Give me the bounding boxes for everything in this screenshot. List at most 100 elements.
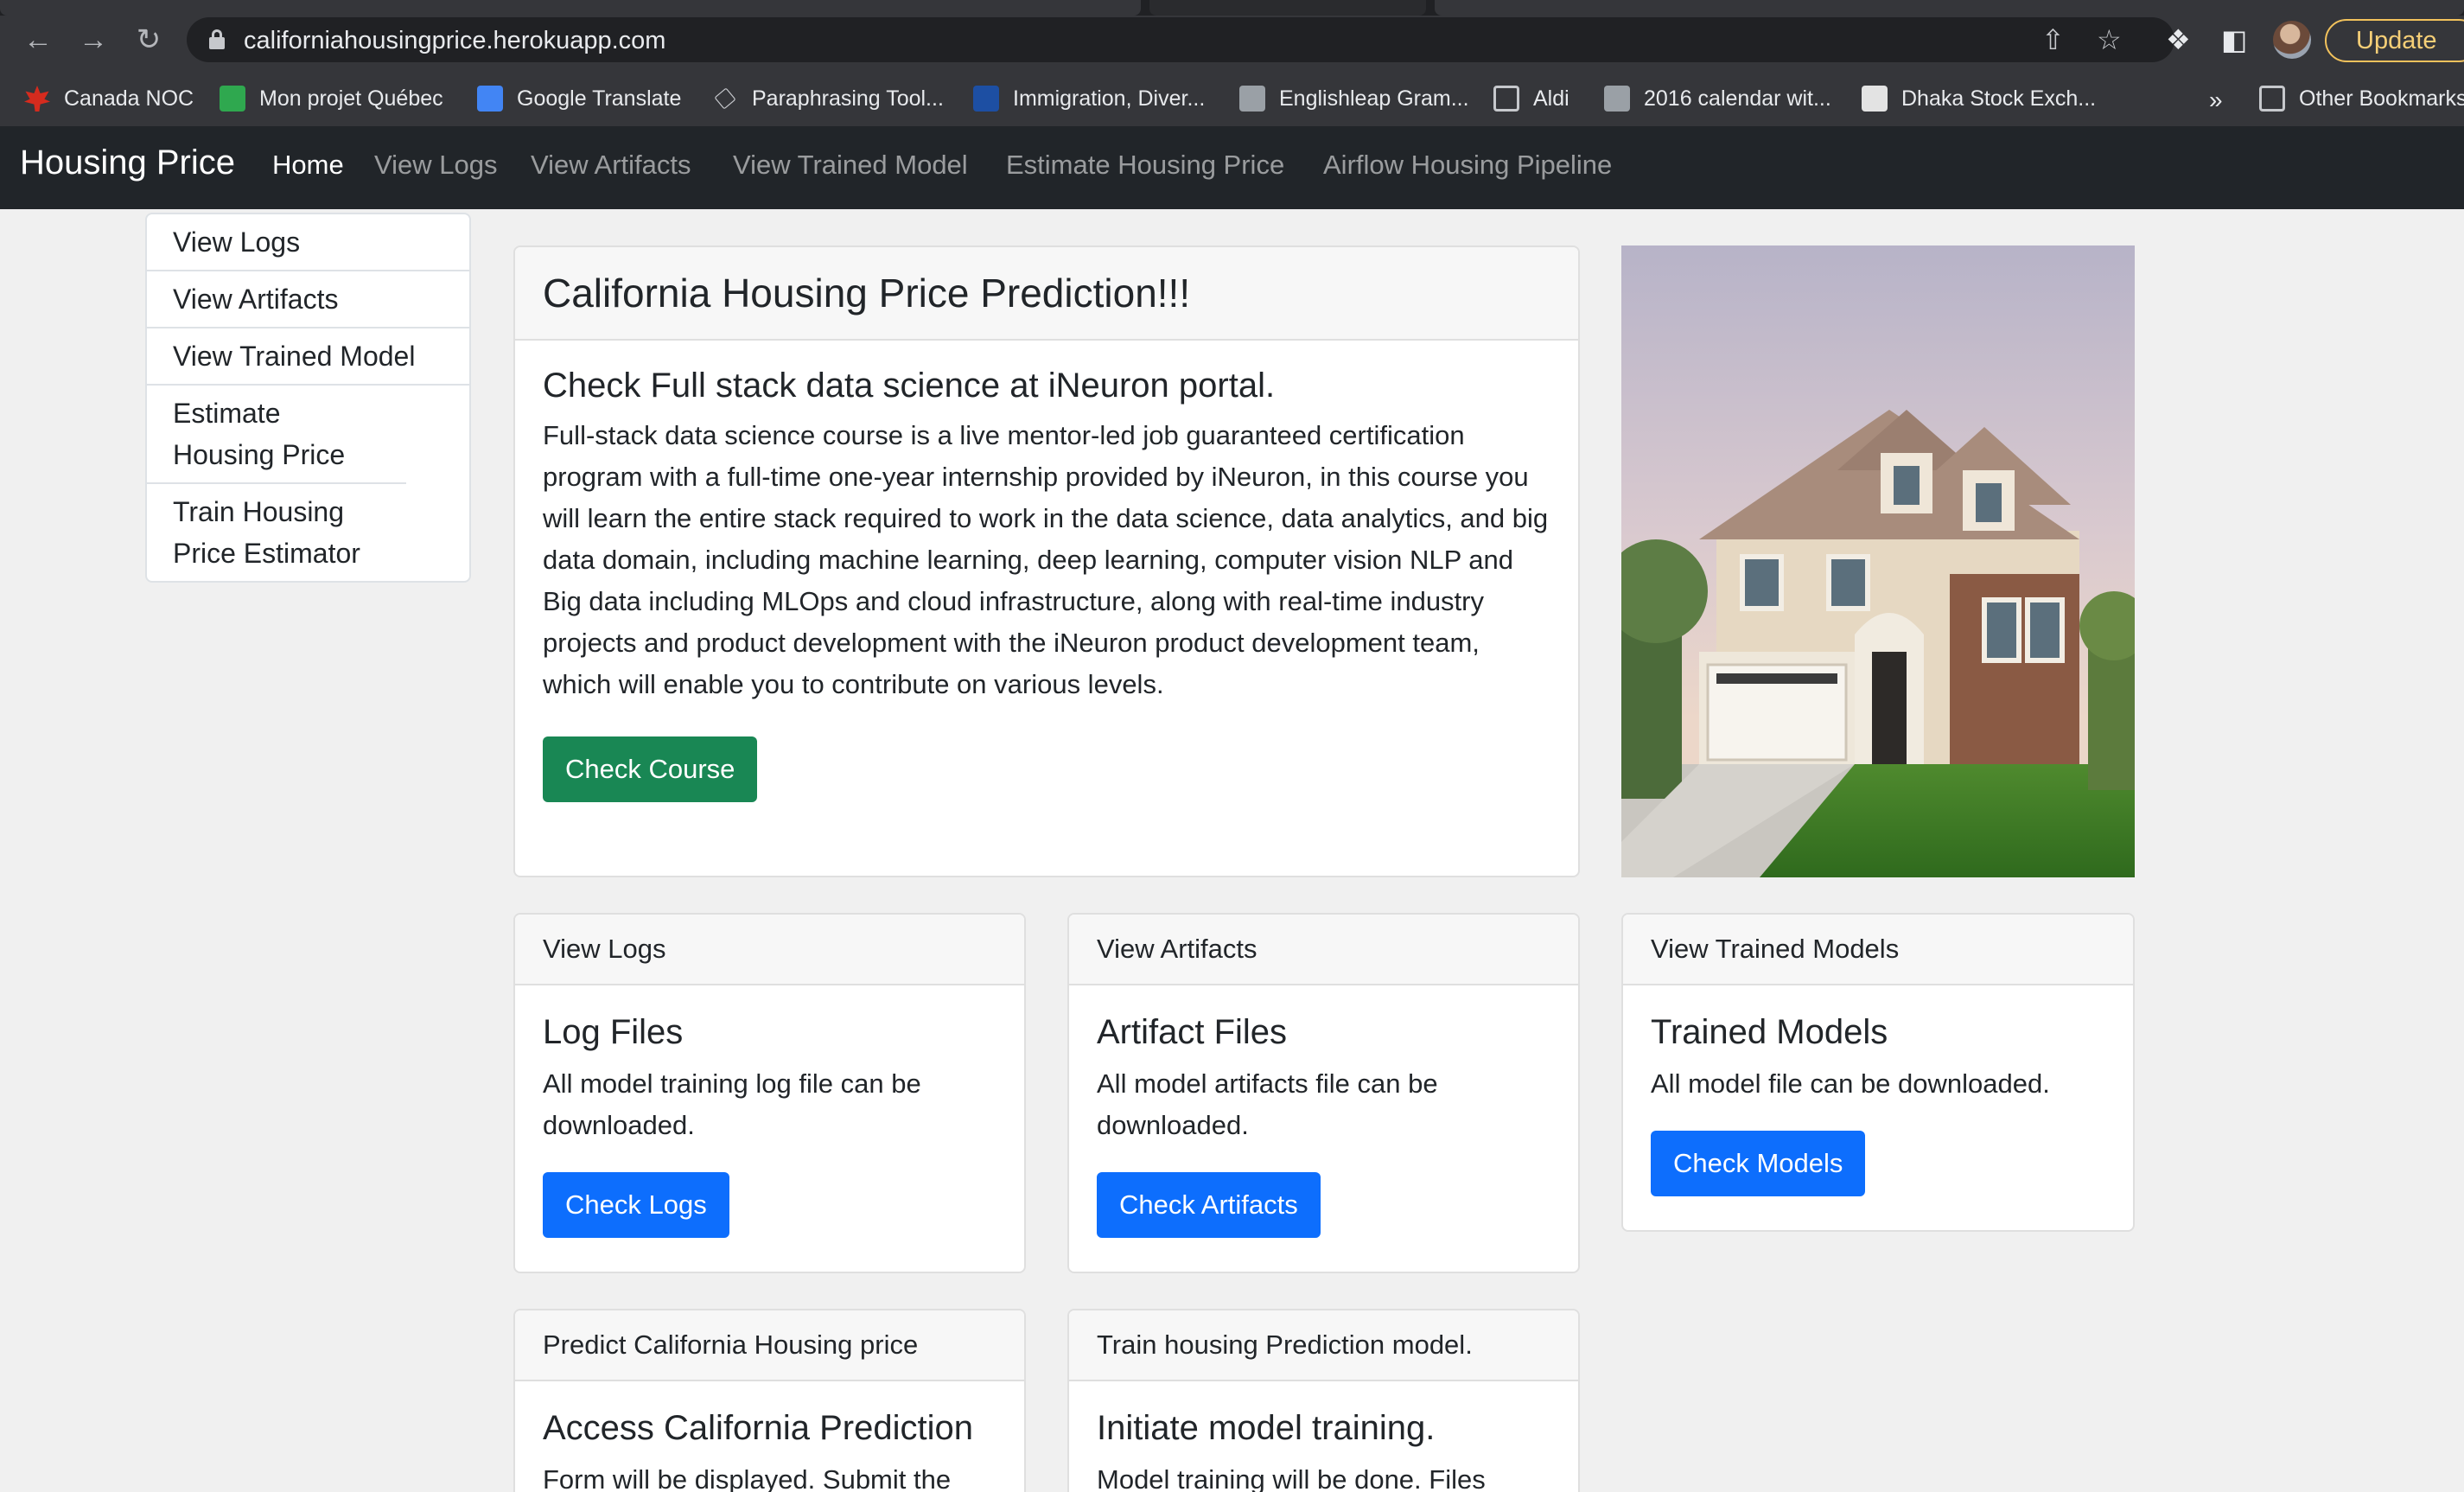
trained-models-title: Trained Models [1651, 1013, 1888, 1051]
predict-card-header: Predict California Housing price [515, 1310, 1024, 1381]
view-artifacts-card-header: View Artifacts [1069, 915, 1578, 985]
bookmark-label: 2016 calendar wit... [1644, 86, 1831, 111]
sidebar-item-train-housing-price-estimator[interactable]: Train Housing Price Estimator [147, 484, 423, 581]
folder-icon [1493, 86, 1519, 112]
forward-arrow-icon[interactable]: → [74, 22, 112, 57]
view-logs-card-body: Log Files All model training log file ca… [515, 985, 1024, 1238]
browser-chrome: ← → ↻ californiahousingprice.herokuapp.c… [0, 0, 2464, 126]
profile-avatar[interactable] [2273, 21, 2311, 59]
predict-card: Predict California Housing price Access … [513, 1309, 1026, 1492]
access-prediction-title: Access California Prediction [543, 1409, 973, 1447]
bookmark-item[interactable]: Dhaka Stock Exch... [1862, 83, 2096, 114]
share-icon[interactable]: ⇧ [2041, 24, 2065, 55]
initiate-training-title: Initiate model training. [1097, 1409, 1436, 1447]
bookmark-star-icon[interactable]: ☆ [2097, 24, 2122, 55]
address-bar[interactable]: californiahousingprice.herokuapp.com ⇧ ☆ [187, 17, 2174, 62]
predict-card-body: Access California Prediction Form will b… [515, 1381, 1024, 1492]
hero-card-header: California Housing Price Prediction!!! [515, 247, 1578, 341]
update-label: Update [2356, 27, 2437, 54]
lock-icon [209, 29, 225, 49]
nav-link-estimate-housing-price[interactable]: Estimate Housing Price [1006, 150, 1284, 181]
bookmark-label: Paraphrasing Tool... [752, 86, 944, 111]
nav-link-view-logs[interactable]: View Logs [374, 150, 497, 181]
folder-icon [2259, 86, 2285, 112]
tab-strip [0, 0, 2464, 16]
hero-card-title: Check Full stack data science at iNeuron… [543, 367, 1276, 405]
browser-tab[interactable] [1149, 0, 1426, 16]
log-files-text: All model training log file can be downl… [543, 1068, 921, 1140]
view-logs-card-header: View Logs [515, 915, 1024, 985]
house-photo [1621, 245, 2135, 877]
bookmark-label: Google Translate [517, 86, 682, 111]
globe-icon [1604, 86, 1630, 112]
sidebar-item-view-trained-model[interactable]: View Trained Model [147, 328, 469, 386]
browser-tab[interactable] [0, 0, 1141, 16]
bookmark-item[interactable]: Paraphrasing Tool... [712, 83, 944, 114]
url-text: californiahousingprice.herokuapp.com [244, 27, 666, 54]
sidebar-item-view-artifacts[interactable]: View Artifacts [147, 271, 469, 328]
browser-toolbar: ← → ↻ californiahousingprice.herokuapp.c… [0, 16, 2464, 64]
bookmark-item[interactable]: 2016 calendar wit... [1604, 83, 1831, 114]
train-card-body: Initiate model training. Model training … [1069, 1381, 1578, 1492]
hero-card: California Housing Price Prediction!!! C… [513, 245, 1580, 877]
nav-link-airflow-housing-pipeline[interactable]: Airflow Housing Pipeline [1323, 150, 1612, 181]
bookmark-label: Canada NOC [64, 86, 194, 111]
access-prediction-text: Form will be displayed. Submit the [543, 1464, 952, 1492]
check-models-button[interactable]: Check Models [1651, 1131, 1866, 1196]
bookmark-item[interactable]: Aldi [1493, 83, 1569, 114]
bookmark-item[interactable]: Google Translate [477, 83, 681, 114]
side-panel-icon[interactable]: ◧ [2221, 24, 2247, 55]
artifact-files-text: All model artifacts file can be download… [1097, 1068, 1438, 1140]
train-card-header: Train housing Prediction model. [1069, 1310, 1578, 1381]
globe-icon [1239, 86, 1265, 112]
view-artifacts-card-body: Artifact Files All model artifacts file … [1069, 985, 1578, 1238]
update-button[interactable]: Update [2325, 19, 2464, 62]
check-logs-button[interactable]: Check Logs [543, 1172, 729, 1238]
bookmark-label: Mon projet Québec [259, 86, 443, 111]
view-logs-card: View Logs Log Files All model training l… [513, 913, 1026, 1273]
view-trained-models-card: View Trained Models Trained Models All m… [1621, 913, 2135, 1232]
initiate-training-text: Model training will be done. Files [1097, 1464, 1486, 1492]
top-navbar: Housing Price Home View Logs View Artifa… [0, 126, 2464, 209]
bookmark-label: Immigration, Diver... [1013, 86, 1206, 111]
nav-link-home[interactable]: Home [272, 150, 344, 181]
sidebar-item-view-logs[interactable]: View Logs [147, 214, 469, 271]
trained-models-text: All model file can be downloaded. [1651, 1068, 2050, 1099]
train-card: Train housing Prediction model. Initiate… [1067, 1309, 1580, 1492]
bookmarks-bar: Canada NOC Mon projet Québec Google Tran… [0, 78, 2464, 118]
bookmark-item[interactable]: Immigration, Diver... [973, 83, 1205, 114]
reload-icon[interactable]: ↻ [130, 22, 168, 57]
bookmark-label: Aldi [1533, 86, 1569, 111]
dse-icon [1862, 86, 1888, 112]
quebec-flag-icon [973, 86, 999, 112]
bookmark-label: Dhaka Stock Exch... [1901, 86, 2097, 111]
green-board-icon [220, 86, 245, 112]
hero-card-body: Check Full stack data science at iNeuron… [515, 341, 1578, 802]
extensions-puzzle-icon[interactable]: ❖ [2166, 24, 2191, 55]
pen-icon [714, 87, 736, 110]
other-bookmarks-label: Other Bookmarks [2299, 86, 2464, 111]
artifact-files-title: Artifact Files [1097, 1013, 1288, 1051]
view-artifacts-card: View Artifacts Artifact Files All model … [1067, 913, 1580, 1273]
more-bookmarks-chevron[interactable]: » [2209, 86, 2223, 114]
maple-leaf-icon [24, 86, 50, 112]
back-arrow-icon[interactable]: ← [19, 22, 57, 57]
other-bookmarks[interactable]: Other Bookmarks [2259, 83, 2464, 114]
house-illustration [1621, 245, 2135, 877]
nav-link-view-trained-model[interactable]: View Trained Model [733, 150, 968, 181]
bookmark-item[interactable]: Mon projet Québec [220, 83, 443, 114]
google-translate-icon [477, 86, 503, 112]
hero-card-text: Full-stack data science course is a live… [543, 420, 1549, 699]
log-files-title: Log Files [543, 1013, 684, 1051]
bookmark-label: Englishleap Gram... [1279, 86, 1469, 111]
sidebar-item-estimate-housing-price[interactable]: Estimate Housing Price [147, 386, 406, 484]
bookmark-item[interactable]: Englishleap Gram... [1239, 83, 1469, 114]
check-course-button[interactable]: Check Course [543, 736, 758, 802]
bookmark-item[interactable]: Canada NOC [24, 83, 194, 114]
view-trained-models-card-body: Trained Models All model file can be dow… [1623, 985, 2133, 1196]
nav-link-view-artifacts[interactable]: View Artifacts [531, 150, 691, 181]
view-trained-models-card-header: View Trained Models [1623, 915, 2133, 985]
navbar-brand[interactable]: Housing Price [20, 143, 235, 182]
check-artifacts-button[interactable]: Check Artifacts [1097, 1172, 1321, 1238]
browser-tab[interactable] [1435, 0, 2464, 16]
